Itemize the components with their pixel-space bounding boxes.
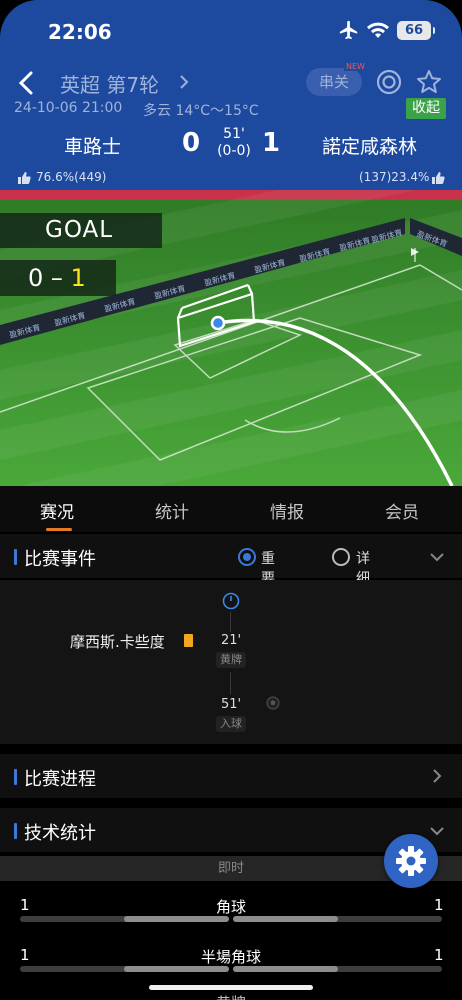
progress-title[interactable]: 比赛进程 xyxy=(24,765,96,791)
chevron-down-icon[interactable] xyxy=(428,548,446,566)
favorite-star-icon[interactable] xyxy=(415,68,443,96)
chevron-right-icon[interactable] xyxy=(428,767,446,785)
home-indicator[interactable] xyxy=(149,985,313,990)
settings-fab[interactable] xyxy=(384,834,438,888)
stat-row-corners: 1 角球 1 xyxy=(0,896,462,940)
event-type-tag: 入球 xyxy=(216,716,246,732)
event-minute: 21' xyxy=(220,633,242,648)
tab-members[interactable]: 会员 xyxy=(385,498,419,523)
stat-row-half-corners: 1 半場角球 1 xyxy=(0,946,462,990)
stat-away-value: 1 xyxy=(434,946,444,964)
home-score: 0 xyxy=(182,128,201,158)
scoreboard: 車路士 0 51' (0-0) 1 諾定咸森林 xyxy=(0,126,462,166)
progress-section-header[interactable]: 比赛进程 xyxy=(0,754,462,798)
football-icon xyxy=(266,696,280,710)
away-support-rate: (137)23.4% xyxy=(359,170,430,184)
section-accent-bar xyxy=(14,769,17,785)
next-stat-name-partial: 黄牌 xyxy=(0,992,462,1000)
banner-home-score: 0 – xyxy=(28,264,63,292)
ball-marker xyxy=(210,315,226,331)
league-round-title[interactable]: 英超 第7轮 xyxy=(60,69,159,98)
stat-name: 半場角球 xyxy=(200,948,261,966)
yellow-card-icon xyxy=(184,634,193,647)
stat-away-bar xyxy=(233,916,338,922)
section-accent-bar xyxy=(14,823,17,839)
tab-intelligence[interactable]: 情报 xyxy=(270,498,304,523)
stat-away-value: 1 xyxy=(434,896,444,914)
radio-detailed[interactable] xyxy=(332,548,350,566)
target-icon[interactable] xyxy=(376,69,402,95)
home-support-rate: 76.6%(449) xyxy=(36,170,107,184)
back-arrow-icon[interactable] xyxy=(16,70,38,96)
tab-statistics[interactable]: 统计 xyxy=(155,498,189,523)
thumbs-up-icon[interactable] xyxy=(17,171,31,185)
kickoff-clock-icon xyxy=(222,592,240,610)
event-type-tag: 黄牌 xyxy=(216,652,246,668)
half-time-score: (0-0) xyxy=(217,143,251,159)
home-team-name[interactable]: 車路士 xyxy=(64,132,121,159)
status-time: 22:06 xyxy=(48,20,112,44)
new-badge: NEW xyxy=(344,62,367,71)
section-accent-bar xyxy=(14,549,17,565)
goal-score-banner: 0 – 1 xyxy=(0,260,116,296)
match-minute: 51' xyxy=(223,126,245,142)
battery-indicator: 66 xyxy=(397,21,435,40)
events-section-header: 比赛事件 重要事件 详细事件 xyxy=(0,534,462,627)
events-title: 比赛事件 xyxy=(24,549,96,570)
chevron-right-icon[interactable] xyxy=(178,72,190,92)
tech-stats-title[interactable]: 技术统计 xyxy=(24,819,96,845)
match-header: 22:06 66 英超 第7轮 串关 NEW 24-10-06 21:00 多云… xyxy=(0,0,462,190)
wifi-icon xyxy=(367,22,389,38)
stat-home-bar xyxy=(124,966,229,972)
away-team-name[interactable]: 諾定咸森林 xyxy=(322,132,417,159)
timeline-line xyxy=(230,672,231,694)
gear-icon[interactable] xyxy=(384,834,438,888)
event-player-name: 摩西斯.卡些度 xyxy=(70,633,165,651)
thumbs-up-icon[interactable] xyxy=(431,171,445,185)
stat-name: 角球 xyxy=(215,898,246,916)
airplane-mode-icon xyxy=(339,20,358,40)
away-score: 1 xyxy=(262,128,281,158)
timeline-line xyxy=(230,612,231,632)
detail-tabs: 赛况 统计 情报 会员 xyxy=(0,486,462,532)
status-bar: 22:06 66 xyxy=(0,18,462,46)
banner-away-score: 1 xyxy=(70,264,86,292)
radio-important[interactable] xyxy=(238,548,256,566)
goal-banner: GOAL xyxy=(0,213,162,248)
collapse-button[interactable]: 收起 xyxy=(406,98,446,119)
active-tab-indicator xyxy=(46,528,72,531)
event-minute: 51' xyxy=(220,697,242,712)
tab-match-status[interactable]: 赛况 xyxy=(40,498,74,523)
live-pitch-animation: 盈新体育 盈新体育 盈新体育 盈新体育 盈新体育 盈新体育 盈新体育 盈新体育 … xyxy=(0,190,462,486)
match-datetime: 24-10-06 21:00 xyxy=(14,100,123,116)
events-timeline: 摩西斯.卡些度 21' 黄牌 51' 入球 xyxy=(0,580,462,744)
stat-home-bar xyxy=(124,916,229,922)
weather-info: 多云 14°C～15°C xyxy=(143,103,259,119)
parlay-button[interactable]: 串关 xyxy=(306,68,362,96)
stat-away-bar xyxy=(233,966,338,972)
